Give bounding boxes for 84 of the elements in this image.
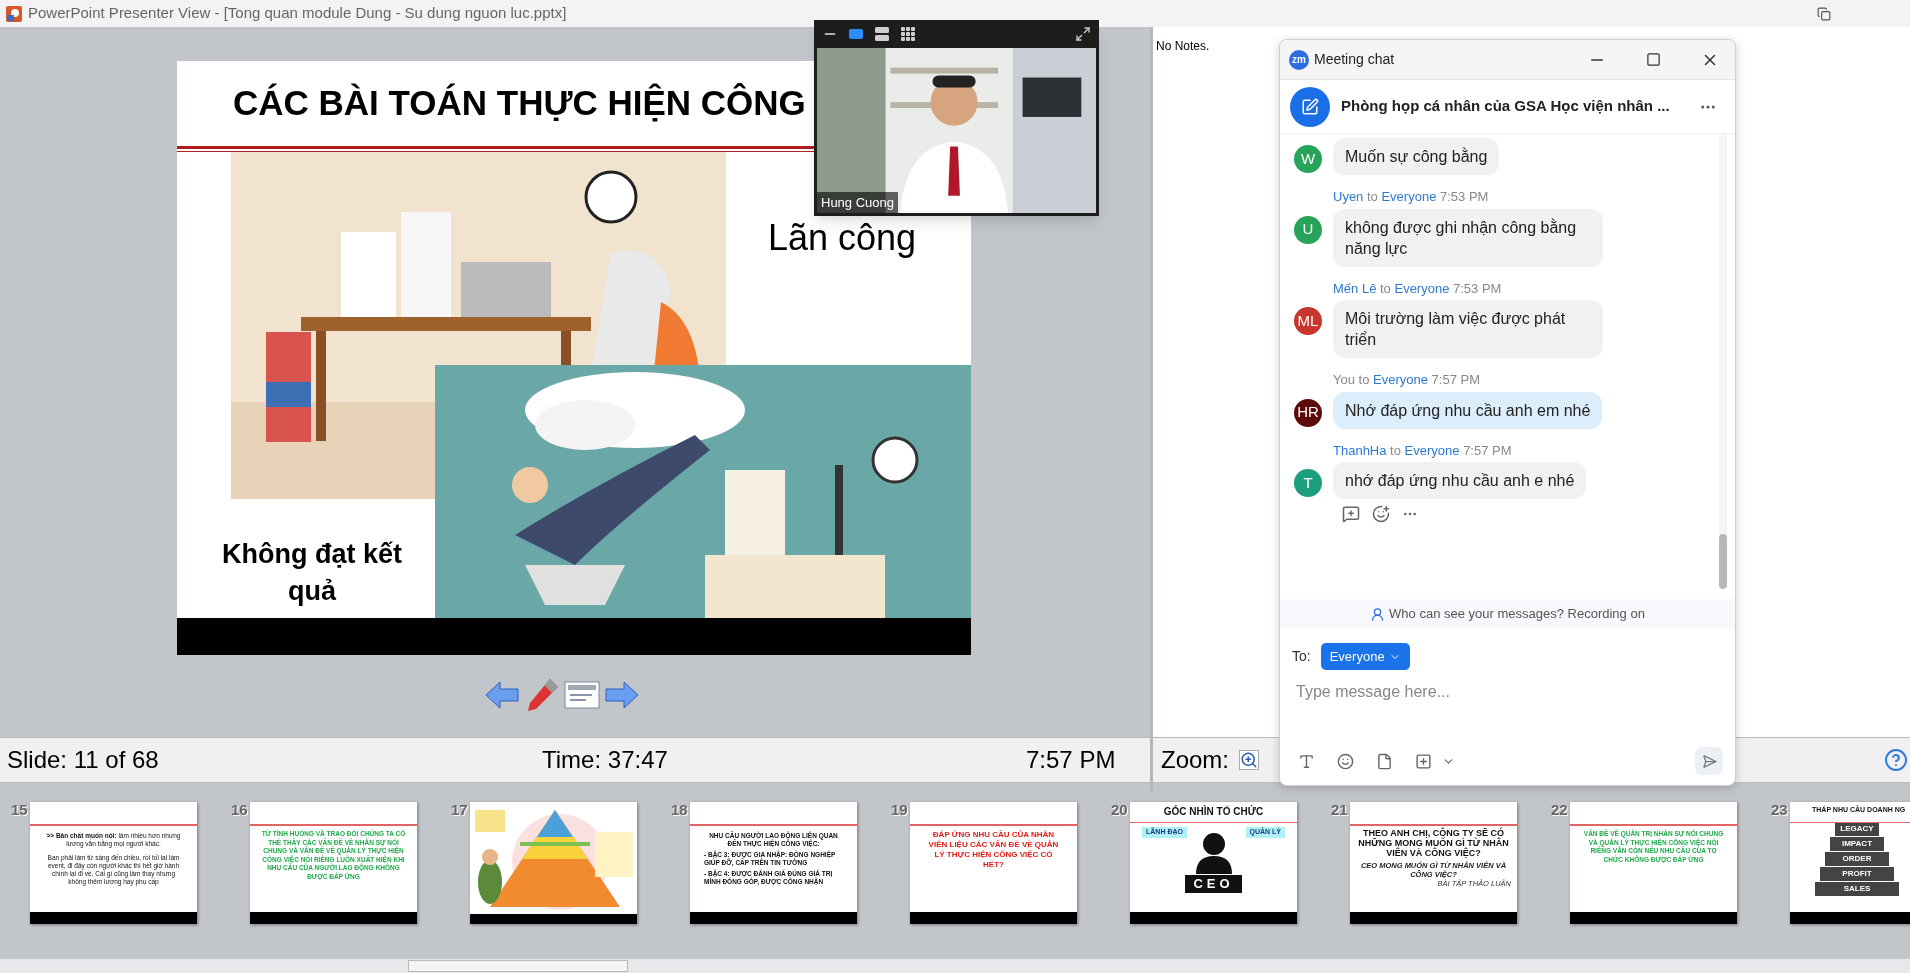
message-bubble: Môi trường làm việc được phát triển — [1333, 300, 1603, 358]
app-icon — [5, 4, 23, 23]
ceo-badge: CEO — [1185, 874, 1242, 893]
slide-thumbnail[interactable] — [30, 802, 197, 924]
privacy-text[interactable]: Who can see your messages? Recording on — [1389, 604, 1645, 624]
sender-name: You — [1333, 372, 1355, 387]
slide-thumbnail[interactable]: ĐÁP ỨNG NHU CẦU CỦA NHÂN VIÊN LIỆU CÁC VẤN ĐỀ VỀ QUẢN LÝ THỰC HIỆN CÔNG VIỆC CÓ HẾT? — [910, 802, 1077, 924]
reply-icon[interactable] — [1342, 505, 1360, 523]
emoji-icon[interactable] — [1337, 752, 1354, 770]
gallery-view-icon[interactable] — [900, 25, 916, 42]
maximize-icon[interactable] — [1646, 52, 1661, 67]
recipient-name: Everyone — [1373, 372, 1428, 387]
window-title: PowerPoint Presenter View - [Tong quan module Dung - Su dung nguon luc.pptx] — [28, 3, 567, 24]
room-name: Phòng họp cá nhân của GSA Học viện nhân ... — [1341, 96, 1670, 117]
format-icon[interactable] — [1298, 752, 1315, 770]
zoom-in-icon[interactable] — [1239, 750, 1259, 770]
stacked-view-icon[interactable] — [874, 25, 890, 42]
recipient-dropdown[interactable]: Everyone — [1320, 643, 1410, 670]
new-chat-button[interactable] — [1290, 86, 1330, 127]
restore-icon[interactable] — [1817, 6, 1831, 21]
pyramid-level: IMPACT — [1830, 836, 1884, 851]
screenshot-icon[interactable] — [1415, 752, 1432, 770]
message-time: 7:57 PM — [1431, 372, 1480, 387]
avatar: U — [1294, 215, 1322, 244]
elapsed-time: Time: 37:47 — [542, 745, 669, 775]
slide-number: 17 — [451, 802, 469, 820]
recipient-label: to — [1390, 442, 1401, 458]
message-bubble: Muốn sự công bằng — [1333, 138, 1500, 175]
slide-text: ĐÁP ỨNG NHU CẦU CỦA NHÂN VIÊN LIỆU CÁC VẤN ĐỀ VỀ QUẢN LÝ THỰC HIỆN CÔNG VIỆC CÓ HẾT? — [927, 830, 1060, 870]
slide-caption: Không đạt kết quả — [221, 538, 403, 608]
message-bubble: nhớ đáp ứng nhu cầu anh e nhé — [1333, 462, 1587, 499]
notes-text: No Notes. — [1156, 39, 1210, 53]
slide-number: 16 — [231, 802, 249, 820]
message-time: 7:57 PM — [1463, 442, 1512, 458]
message-time: 7:53 PM — [1440, 189, 1489, 204]
slide-number: 20 — [1111, 802, 1129, 820]
recipient-label: to — [1358, 372, 1370, 387]
slide-list-icon[interactable] — [564, 681, 600, 709]
slide-number: 22 — [1551, 802, 1569, 820]
person-icon — [1193, 831, 1234, 874]
recipient-label: to — [1367, 189, 1378, 204]
edit-icon — [1301, 97, 1319, 116]
slide-caption: Lãn công — [767, 216, 917, 260]
avatar: HR — [1294, 398, 1322, 427]
slide-title: GÓC NHÌN TỔ CHỨC — [1163, 804, 1264, 819]
recipient-name: Everyone — [1404, 442, 1460, 458]
slide-title: CÁC BÀI TOÁN THỰC HIỆN CÔNG — [233, 82, 806, 124]
message-bubble: không được ghi nhận công bằng năng lực — [1333, 208, 1603, 267]
horizontal-scrollbar[interactable] — [0, 958, 1910, 973]
help-icon[interactable] — [1884, 748, 1908, 772]
slide-number: 18 — [671, 802, 689, 820]
avatar: T — [1294, 469, 1322, 497]
slide-number: 21 — [1331, 802, 1349, 820]
pyramid-level: ORDER — [1825, 851, 1889, 866]
expand-icon[interactable] — [1075, 25, 1091, 42]
message-input[interactable]: Type message here... — [1296, 678, 1719, 706]
sender-name: ThanhHa — [1333, 442, 1387, 458]
slide-title: THEO ANH CHỊ, CÔNG TY SẼ CÓ NHỮNG MONG MUỐN GÌ TỪ NHÂN VIÊN VÀ CÔNG VIỆC? — [1357, 828, 1510, 858]
avatar: W — [1294, 145, 1322, 173]
chat-title: Meeting chat — [1314, 50, 1395, 69]
pyramid-level: LEGACY — [1835, 821, 1879, 836]
send-button[interactable] — [1695, 747, 1723, 775]
sender-name: Mến Lê — [1333, 280, 1377, 296]
zoom-label: Zoom: — [1161, 745, 1229, 775]
send-icon — [1701, 753, 1717, 769]
recipient-label: to — [1380, 280, 1391, 296]
message-time: 7:53 PM — [1453, 280, 1502, 296]
pyramid-level: PROFIT — [1820, 866, 1894, 881]
slide-counter: Slide: 11 of 68 — [7, 745, 160, 775]
clock: 7:57 PM — [1026, 745, 1116, 775]
slide-number: 19 — [891, 802, 909, 820]
recipient-name: Everyone — [1394, 280, 1450, 296]
slide-number: 23 — [1771, 802, 1789, 820]
add-reaction-icon[interactable] — [1372, 505, 1390, 523]
participant-name: Hung Cuong — [817, 191, 898, 213]
recipient-name: Everyone — [1381, 189, 1437, 204]
pyramid-level: SALES — [1815, 881, 1899, 896]
to-label: To: — [1292, 647, 1311, 666]
app-logo: zm — [1289, 49, 1309, 70]
slide-number: 15 — [11, 802, 29, 820]
message-bubble: Nhớ đáp ứng nhu cầu anh em nhé — [1333, 391, 1603, 429]
sender-name: Uyen — [1333, 189, 1364, 204]
file-icon[interactable] — [1376, 752, 1393, 770]
avatar: ML — [1294, 307, 1322, 335]
